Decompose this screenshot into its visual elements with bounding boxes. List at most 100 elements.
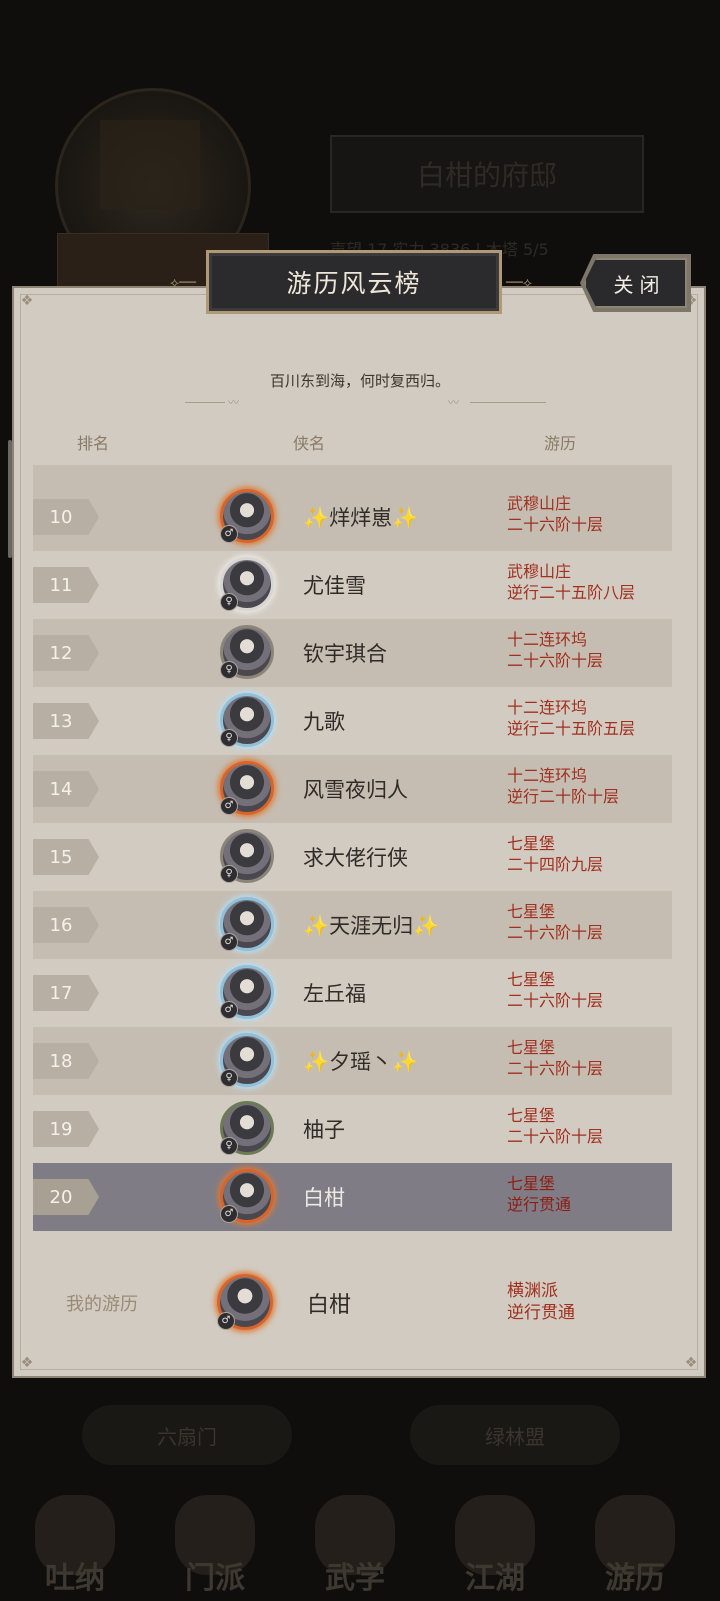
ranking-row[interactable]: 14 ♂ 风雪夜归人 十二连环坞逆行二十阶十层 [33, 755, 672, 823]
female-icon: ♀ [220, 1137, 238, 1155]
travel-place: 七星堡 [507, 902, 556, 921]
player-name: 尤佳雪 [303, 574, 366, 598]
player-travel: 七星堡 二十六阶十层 [507, 1037, 603, 1079]
modal-title: 游历风云榜 [206, 250, 502, 314]
female-icon: ♀ [220, 1069, 238, 1087]
player-name: 风雪夜归人 [303, 778, 408, 802]
manor-title: 白柑的府邸 [330, 135, 644, 213]
male-icon: ♂ [220, 525, 238, 543]
travel-level: 二十六阶十层 [507, 651, 604, 670]
title-wing-left-icon: ⟡── [170, 275, 197, 291]
ranking-row[interactable]: 11 ♀ 尤佳雪 武穆山庄逆行二十五阶八层 [33, 551, 672, 619]
player-travel: 七星堡 二十六阶十层 [507, 901, 603, 943]
travel-level: 二十四阶九层 [507, 855, 604, 874]
ranking-row[interactable]: 12 ♀ 钦宇琪合 十二连环坞二十六阶十层 [33, 619, 672, 687]
corner-ornament-icon: ❖ [20, 293, 34, 309]
travel-place: 武穆山庄 [507, 494, 572, 513]
my-travel: 横渊派 逆行贯通 [507, 1280, 575, 1324]
travel-level: 二十六阶十层 [507, 515, 604, 534]
nav-item-tuna: 吐纳 [20, 1495, 130, 1601]
rank-badge: 18 [33, 1043, 99, 1079]
player-travel: 武穆山庄二十六阶十层 [507, 493, 603, 535]
player-travel: 七星堡 二十四阶九层 [507, 833, 603, 875]
travel-place: 武穆山庄 [507, 562, 572, 581]
my-travel-level: 逆行贯通 [507, 1303, 575, 1323]
player-travel: 七星堡 逆行贯通 [507, 1173, 571, 1215]
rank-badge: 14 [33, 771, 99, 807]
scrollbar[interactable] [8, 440, 12, 558]
rank-badge: 12 [33, 635, 99, 671]
bottom-button-liushanmen: 六扇门 [82, 1405, 292, 1465]
travel-place: 七星堡 [507, 970, 556, 989]
travel-level: 逆行二十阶十层 [507, 787, 620, 806]
list-row-partial [33, 465, 672, 483]
rank-badge: 15 [33, 839, 99, 875]
rank-badge: 20 [33, 1179, 99, 1215]
player-name: 求大佬行侠 [303, 846, 408, 870]
player-name: 白柑 [303, 1186, 345, 1210]
travel-level: 逆行二十五阶五层 [507, 719, 636, 738]
travel-place: 七星堡 [507, 1038, 556, 1057]
rank-badge: 16 [33, 907, 99, 943]
player-travel: 十二连环坞逆行二十阶十层 [507, 765, 619, 807]
female-icon: ♀ [220, 661, 238, 679]
female-icon: ♀ [220, 865, 238, 883]
male-icon: ♂ [220, 797, 238, 815]
nav-item-youli: 游历 [580, 1495, 690, 1601]
travel-place: 七星堡 [507, 1174, 556, 1193]
travel-level: 逆行贯通 [507, 1195, 572, 1214]
divider-right [470, 402, 546, 403]
ranking-row[interactable]: 20 ♂ 白柑 七星堡逆行贯通 [33, 1163, 672, 1231]
divider-left [185, 402, 225, 403]
swirl-ornament-icon: 〰 [448, 396, 459, 409]
ranking-row[interactable]: 13 ♀ 九歌 十二连环坞逆行二十五阶五层 [33, 687, 672, 755]
male-icon: ♂ [217, 1312, 235, 1330]
nav-item-menpai: 门派 [160, 1495, 270, 1601]
corner-ornament-icon: ❖ [684, 1355, 698, 1371]
nav-item-jianghu: 江湖 [440, 1495, 550, 1601]
ranking-row[interactable]: 15 ♀ 求大佬行侠 七星堡 二十四阶九层 [33, 823, 672, 891]
my-name: 白柑 [307, 1293, 352, 1318]
ranking-row[interactable]: 16 ♂ ✨天涯无归✨ 七星堡二十六阶十层 [33, 891, 672, 959]
subtitle-verse: 百川东到海，何时复西归。 [269, 372, 450, 390]
ranking-row[interactable]: 17 ♂ 左丘福 七星堡 二十六阶十层 [33, 959, 672, 1027]
rank-badge: 10 [33, 499, 99, 535]
ranking-row[interactable]: 10 ♂ ✨烊烊崽✨ 武穆山庄二十六阶十层 [33, 483, 672, 551]
rank-badge: 11 [33, 567, 99, 603]
player-name: 柚子 [303, 1118, 345, 1142]
male-icon: ♂ [220, 933, 238, 951]
travel-place: 十二连环坞 [507, 766, 588, 785]
player-travel: 七星堡 二十六阶十层 [507, 1105, 603, 1147]
player-travel: 武穆山庄逆行二十五阶八层 [507, 561, 635, 603]
female-icon: ♀ [220, 729, 238, 747]
player-travel: 十二连环坞二十六阶十层 [507, 629, 603, 671]
male-icon: ♂ [220, 1205, 238, 1223]
travel-level: 二十六阶十层 [507, 1127, 604, 1146]
travel-place: 十二连环坞 [507, 698, 588, 717]
male-icon: ♂ [220, 1001, 238, 1019]
player-name: 九歌 [303, 710, 345, 734]
column-header-name: 侠名 [293, 434, 326, 453]
player-name: ✨烊烊崽✨ [303, 506, 419, 530]
player-name: 钦宇琪合 [303, 642, 387, 666]
ranking-row[interactable]: 19 ♀ 柚子 七星堡 二十六阶十层 [33, 1095, 672, 1163]
my-travel-place: 横渊派 [507, 1281, 558, 1301]
close-button[interactable]: 关闭 [584, 258, 687, 308]
travel-level: 二十六阶十层 [507, 1059, 604, 1078]
player-name: ✨天涯无归✨ [303, 914, 440, 938]
ranking-row[interactable]: 18 ♀ ✨夕瑶丶✨ 七星堡 二十六阶十层 [33, 1027, 672, 1095]
rank-badge: 13 [33, 703, 99, 739]
swirl-ornament-icon: 〰 [228, 396, 239, 409]
player-name: 左丘福 [303, 982, 366, 1006]
nav-item-wuxue: 武学 [300, 1495, 410, 1601]
ranking-list[interactable]: 10 ♂ ✨烊烊崽✨ 武穆山庄 二十六阶十层 11 ♀ 尤佳雪 武穆山庄 逆行二十五阶八层 12 ♀ 钦… [33, 465, 672, 1232]
player-travel: 十二连环坞逆行二十五阶五层 [507, 697, 635, 739]
travel-place: 十二连环坞 [507, 630, 588, 649]
rank-badge: 19 [33, 1111, 99, 1147]
my-record-label: 我的游历 [66, 1294, 138, 1315]
corner-ornament-icon: ❖ [20, 1355, 34, 1371]
travel-level: 逆行二十五阶八层 [507, 583, 636, 602]
travel-level: 二十六阶十层 [507, 991, 604, 1010]
travel-level: 二十六阶十层 [507, 923, 604, 942]
female-icon: ♀ [220, 593, 238, 611]
